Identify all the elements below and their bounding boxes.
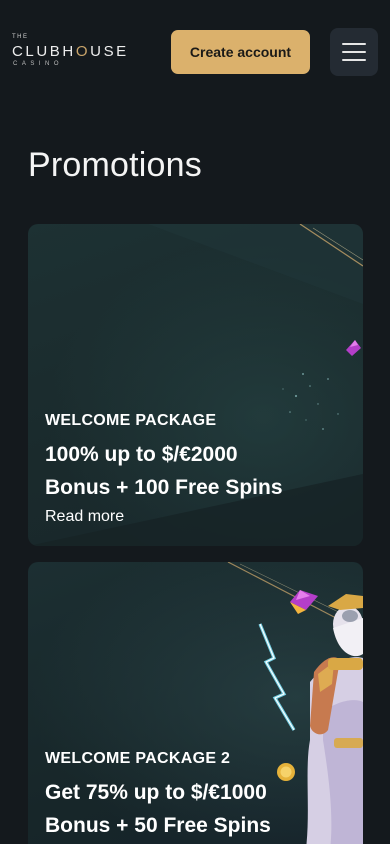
page-title: Promotions — [28, 146, 202, 184]
clubhouse-casino-logo[interactable]: THE CLUBHOUSE CASINO — [12, 34, 142, 70]
promo-label: WELCOME PACKAGE — [45, 412, 217, 429]
promo-headline-line: Get 75% up to $/€1000 — [45, 781, 267, 804]
promo-headline: Get 75% up to $/€1000 Bonus + 50 Free Sp… — [45, 776, 271, 842]
promo-card-text: WELCOME PACKAGE 100% up to $/€2000 Bonus… — [45, 412, 283, 526]
promo-headline-line: Bonus + 50 Free Spins — [45, 814, 271, 837]
promo-card-text: WELCOME PACKAGE 2 Get 75% up to $/€1000 … — [45, 750, 271, 842]
promo-label: WELCOME PACKAGE 2 — [45, 750, 231, 767]
zeus-character-illustration — [258, 594, 363, 844]
promo-headline-line: 100% up to $/€2000 — [45, 443, 238, 466]
gem-icon — [290, 590, 318, 614]
hamburger-menu-icon-bar — [342, 51, 366, 53]
read-more-link[interactable]: Read more — [45, 508, 283, 526]
promo-card-welcome-package-2[interactable]: WELCOME PACKAGE 2 Get 75% up to $/€1000 … — [28, 562, 363, 844]
promo-headline-line: Bonus + 100 Free Spins — [45, 476, 283, 499]
logo-sub-text: CASINO — [13, 61, 64, 67]
promotions-page: THE CLUBHOUSE CASINO Create account Prom… — [0, 0, 390, 844]
logo-top-text: THE — [12, 34, 29, 40]
logo-house-glyph: O — [75, 43, 91, 60]
logo-main-text: CLUBHOUSE — [12, 43, 129, 60]
hamburger-menu-icon — [342, 43, 366, 45]
hamburger-menu-icon-bar — [342, 59, 366, 61]
promo-headline: 100% up to $/€2000 Bonus + 100 Free Spin… — [45, 438, 283, 504]
site-header: THE CLUBHOUSE CASINO Create account — [0, 0, 390, 104]
gem-icon — [346, 340, 361, 356]
create-account-button[interactable]: Create account — [171, 30, 310, 74]
promo-card-welcome-package[interactable]: WELCOME PACKAGE 100% up to $/€2000 Bonus… — [28, 224, 363, 546]
menu-button[interactable] — [330, 28, 378, 76]
